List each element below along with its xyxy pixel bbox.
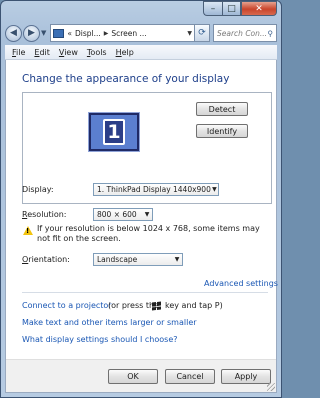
breadcrumb-display[interactable]: Displ... (75, 29, 101, 38)
back-arrow-icon: ◀ (10, 28, 17, 38)
cancel-button[interactable]: Cancel (165, 369, 215, 384)
address-dropdown-icon[interactable]: ▼ (185, 30, 192, 37)
forward-button[interactable]: ▶ (23, 24, 40, 42)
page-title: Change the appearance of your display (22, 73, 230, 85)
minimize-button[interactable]: – (203, 1, 222, 16)
menu-edit[interactable]: Edit (34, 48, 50, 57)
search-icon: ⚲ (267, 28, 274, 38)
menu-bar: File Edit View Tools Help (5, 45, 277, 60)
display-settings-window: – □ ✕ ◀ ▶ ▼ « Displ... ▶ Screen ... ▼ ⟳ … (0, 0, 282, 398)
ok-button[interactable]: OK (108, 369, 158, 384)
navigation-bar: ◀ ▶ ▼ « Displ... ▶ Screen ... ▼ ⟳ Search… (5, 22, 277, 44)
display-select[interactable]: 1. ThinkPad Display 1440x900 ▼ (93, 183, 219, 196)
recent-pages-dropdown-icon[interactable]: ▼ (41, 29, 46, 37)
display-help-link[interactable]: What display settings should I choose? (22, 335, 178, 344)
connect-projector-link[interactable]: Connect to a projector (22, 301, 112, 310)
address-bar[interactable]: « Displ... ▶ Screen ... ▼ (50, 24, 195, 42)
projector-hint-suffix: key and tap P) (165, 301, 223, 310)
apply-button[interactable]: Apply (221, 369, 271, 384)
refresh-button[interactable]: ⟳ (195, 24, 210, 42)
content-panel: Change the appearance of your display 1 … (5, 60, 278, 393)
search-input[interactable]: Search Con... ⚲ (213, 24, 277, 42)
breadcrumb-screen-resolution[interactable]: Screen ... (111, 29, 146, 38)
resolution-warning: If your resolution is below 1024 x 768, … (37, 224, 260, 243)
breadcrumb-separator-icon[interactable]: ▶ (104, 30, 109, 37)
identify-button[interactable]: Identify (196, 124, 248, 138)
display-label: Display: (22, 185, 54, 194)
chevron-down-icon: ▼ (174, 256, 180, 263)
resolution-select[interactable]: 800 × 600 ▼ (93, 208, 153, 221)
dialog-footer: OK Cancel Apply (6, 359, 276, 392)
refresh-icon: ⟳ (198, 28, 206, 38)
orientation-label: Orientation: (22, 255, 70, 264)
windows-key-icon (152, 301, 161, 311)
divider (22, 292, 268, 293)
close-button[interactable]: ✕ (241, 1, 277, 16)
resolution-label: Resolution: (22, 210, 67, 219)
address-overflow[interactable]: « (67, 29, 72, 38)
resolution-select-value: 800 × 600 (97, 210, 137, 219)
monitor-number: 1 (103, 119, 125, 145)
advanced-settings-link[interactable]: Advanced settings (204, 279, 278, 288)
detect-button[interactable]: Detect (196, 102, 248, 116)
menu-file[interactable]: File (12, 48, 25, 57)
monitor-1-icon[interactable]: 1 (88, 112, 140, 152)
warning-exclamation: ! (26, 227, 30, 235)
orientation-select-value: Landscape (97, 255, 138, 264)
maximize-button[interactable]: □ (222, 1, 241, 16)
chevron-down-icon: ▼ (212, 186, 217, 193)
back-button[interactable]: ◀ (5, 24, 22, 42)
display-select-value: 1. ThinkPad Display 1440x900 (97, 185, 211, 194)
menu-view[interactable]: View (59, 48, 78, 57)
menu-help[interactable]: Help (116, 48, 134, 57)
orientation-select[interactable]: Landscape ▼ (93, 253, 183, 266)
chevron-down-icon: ▼ (144, 211, 150, 218)
menu-tools[interactable]: Tools (87, 48, 107, 57)
forward-arrow-icon: ▶ (28, 28, 35, 38)
caption-buttons: – □ ✕ (203, 1, 277, 16)
resize-grip[interactable] (267, 383, 275, 391)
search-placeholder: Search Con... (217, 28, 268, 38)
text-size-link[interactable]: Make text and other items larger or smal… (22, 318, 197, 327)
control-panel-icon (53, 28, 65, 38)
